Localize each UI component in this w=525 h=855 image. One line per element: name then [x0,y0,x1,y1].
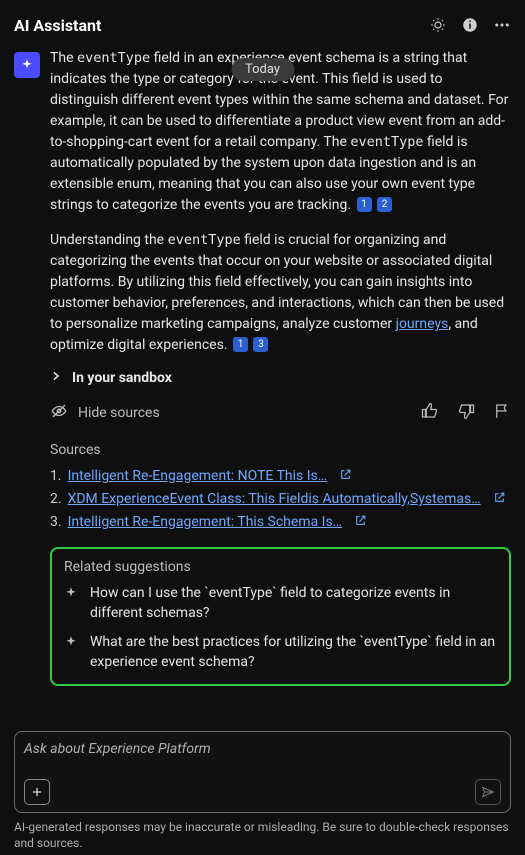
sparkle-icon [64,635,80,655]
source-item: 3. Intelligent Re-Engagement: This Schem… [50,514,511,531]
sandbox-label: In your sandbox [72,370,172,386]
input-controls [24,779,501,805]
related-suggestion[interactable]: How can I use the `eventType` field to c… [64,583,497,624]
add-button[interactable] [24,779,50,805]
source-number: 3. [50,514,62,530]
idea-icon[interactable] [429,16,447,34]
hide-sources-label: Hide sources [78,405,160,421]
app-title: AI Assistant [14,16,101,35]
assistant-message: The eventType field in an experience eve… [14,48,511,686]
source-item: 1. Intelligent Re-Engagement: NOTE This … [50,468,511,485]
avatar [14,52,40,78]
thumbs-up-icon[interactable] [421,402,439,424]
feedback-icons [421,402,511,424]
reference-badge[interactable]: 1 [233,337,248,352]
eye-off-icon [50,402,68,424]
source-link[interactable]: XDM ExperienceEvent Class: This Fieldis … [68,491,481,507]
header-actions [429,16,511,34]
send-button[interactable] [475,779,501,805]
sources-title: Sources [50,442,511,458]
disclaimer-text: AI-generated responses may be inaccurate… [14,819,511,851]
source-controls-row: Hide sources [50,402,511,424]
input-placeholder: Ask about Experience Platform [24,741,501,757]
thumbs-down-icon[interactable] [457,402,475,424]
code: eventType [77,50,150,66]
header: AI Assistant [0,0,525,48]
source-item: 2. XDM ExperienceEvent Class: This Field… [50,491,511,508]
sparkle-icon [64,586,80,606]
source-link[interactable]: Intelligent Re-Engagement: This Schema I… [68,514,343,530]
chevron-right-icon [50,370,62,386]
suggestion-text: How can I use the `eventType` field to c… [90,583,497,624]
source-number: 1. [50,468,62,484]
chat-input[interactable]: Ask about Experience Platform [14,731,511,813]
code: eventType [350,134,423,150]
more-icon[interactable] [493,16,511,34]
content-area: Today The eventType field in an experien… [0,48,525,718]
message-body: The eventType field in an experience eve… [50,48,511,686]
date-pill: Today [231,58,294,81]
external-link-icon[interactable] [354,514,367,531]
bottom-area: Ask about Experience Platform AI-generat… [0,730,525,855]
external-link-icon[interactable] [339,468,352,485]
related-title: Related suggestions [64,559,497,575]
code: eventType [168,232,241,248]
source-link[interactable]: Intelligent Re-Engagement: NOTE This Is… [68,468,328,484]
related-suggestions-box: Related suggestions How can I use the `e… [50,547,511,686]
info-icon[interactable] [461,16,479,34]
text: Understanding the [50,232,168,248]
hide-sources-button[interactable]: Hide sources [50,402,160,424]
suggestion-text: What are the best practices for utilizin… [90,632,497,673]
flag-icon[interactable] [493,402,511,424]
journeys-link[interactable]: journeys [396,316,449,332]
reference-badge[interactable]: 2 [377,197,392,212]
text: The [50,50,77,66]
source-number: 2. [50,491,62,507]
reference-badge[interactable]: 1 [357,197,372,212]
external-link-icon[interactable] [493,491,506,508]
reference-badge[interactable]: 3 [253,337,268,352]
response-paragraph-2: Understanding the eventType field is cru… [50,230,511,356]
in-your-sandbox-toggle[interactable]: In your sandbox [50,370,511,386]
related-suggestion[interactable]: What are the best practices for utilizin… [64,632,497,673]
source-list: 1. Intelligent Re-Engagement: NOTE This … [50,468,511,531]
